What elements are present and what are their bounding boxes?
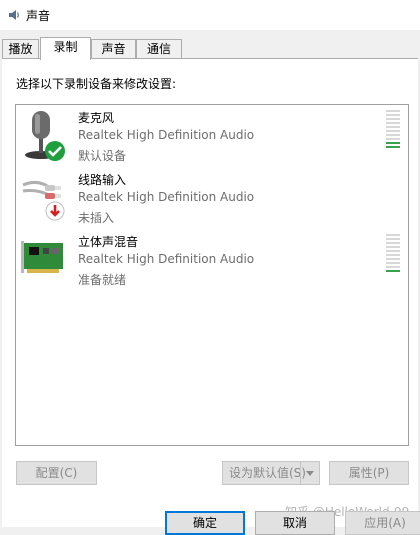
level-segment [386, 258, 400, 260]
properties-button[interactable]: 属性(P) [329, 461, 409, 485]
level-segment [386, 118, 400, 120]
device-name: 线路输入 [78, 173, 127, 187]
tab-sounds[interactable]: 声音 [91, 39, 136, 58]
level-segment [386, 114, 400, 116]
level-segment [386, 130, 400, 132]
red-down-arrow-badge [45, 201, 65, 221]
device-driver: Realtek High Definition Audio [78, 190, 255, 204]
device-status: 默认设备 [78, 149, 127, 163]
green-check-badge [45, 141, 65, 161]
device-status: 未插入 [78, 211, 115, 225]
set-default-label: 设为默认值(S) [229, 466, 306, 480]
level-segment [386, 270, 400, 272]
configure-button[interactable]: 配置(C) [16, 461, 97, 485]
ok-button[interactable]: 确定 [165, 511, 245, 535]
speaker-icon [9, 10, 19, 20]
window-title: 声音 [26, 9, 51, 23]
title-bar: 声音 [0, 0, 420, 30]
level-segment [386, 246, 400, 248]
tab-communications[interactable]: 通信 [136, 39, 182, 58]
set-default-button[interactable]: 设为默认值(S) [222, 461, 320, 485]
level-segment [386, 254, 400, 256]
input-level-meter [386, 234, 400, 274]
level-segment [386, 126, 400, 128]
level-segment [386, 134, 400, 136]
level-segment [386, 238, 400, 240]
level-segment [386, 250, 400, 252]
line-in-cable-icon [22, 180, 65, 221]
level-segment [386, 138, 400, 140]
apply-button[interactable]: 应用(A) [345, 511, 420, 535]
recording-panel: 选择以下录制设备来修改设置: 麦克风 Realtek High Definiti… [2, 58, 420, 535]
device-line-in[interactable]: 线路输入 Realtek High Definition Audio 未插入 [16, 169, 408, 231]
chevron-down-icon[interactable] [300, 462, 319, 484]
level-segment [386, 122, 400, 124]
device-stereo-mix[interactable]: 立体声混音 Realtek High Definition Audio 准备就绪 [16, 231, 408, 293]
tab-recording[interactable]: 录制 [40, 37, 91, 60]
level-segment [386, 146, 400, 148]
level-segment [386, 142, 400, 144]
device-list-prompt: 选择以下录制设备来修改设置: [16, 77, 177, 91]
device-name: 麦克风 [78, 111, 115, 125]
level-segment [386, 234, 400, 236]
tab-strip: 播放 录制 声音 通信 [0, 37, 420, 60]
cancel-button[interactable]: 取消 [255, 511, 335, 535]
input-level-meter [386, 110, 400, 150]
sound-card-icon [21, 241, 63, 273]
device-name: 立体声混音 [78, 235, 139, 249]
level-segment [386, 242, 400, 244]
device-status: 准备就绪 [78, 273, 127, 287]
device-driver: Realtek High Definition Audio [78, 128, 255, 142]
level-segment [386, 266, 400, 268]
microphone-icon [25, 111, 65, 161]
device-driver: Realtek High Definition Audio [78, 252, 255, 266]
device-microphone[interactable]: 麦克风 Realtek High Definition Audio 默认设备 [16, 107, 408, 169]
level-segment [386, 110, 400, 112]
level-segment [386, 262, 400, 264]
recording-device-list[interactable]: 麦克风 Realtek High Definition Audio 默认设备 线… [15, 104, 409, 446]
tab-playback[interactable]: 播放 [2, 39, 39, 58]
